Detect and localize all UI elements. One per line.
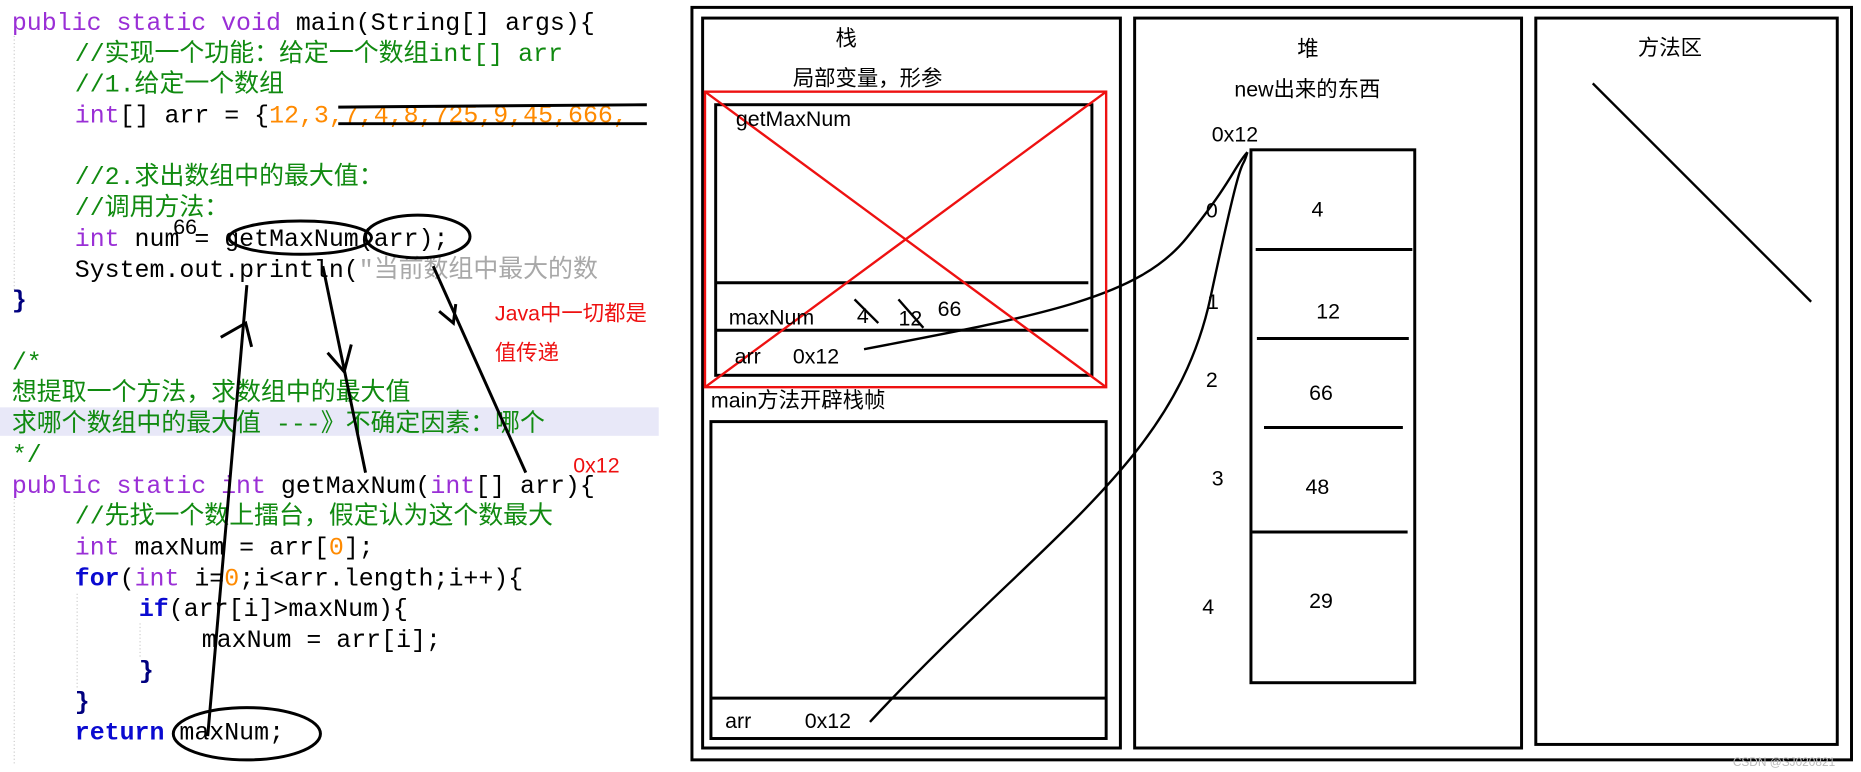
array-index: 2 bbox=[1206, 368, 1218, 392]
code-token: ( bbox=[120, 565, 135, 593]
code-token: int bbox=[75, 103, 120, 131]
method-area-title: 方法区 bbox=[1638, 36, 1702, 60]
code-token: (arr[i]>maxNum){ bbox=[169, 596, 408, 624]
outer-frame bbox=[690, 5, 1853, 762]
code-token: num = getMaxNum(arr); bbox=[120, 226, 449, 254]
main-frame-label: main方法开辟栈帧 bbox=[711, 388, 885, 412]
maxnum-label: maxNum bbox=[729, 305, 814, 329]
arr-value: 0x12 bbox=[793, 344, 839, 368]
array-value: 29 bbox=[1309, 589, 1333, 613]
code-line: */ bbox=[12, 442, 42, 470]
code-line: } bbox=[75, 689, 90, 717]
code-token: 求哪个数组中的最大值 ---》不确定因素：哪个 bbox=[12, 409, 545, 439]
code-line: //2.求出数组中的最大值： bbox=[75, 162, 384, 192]
code-line: } bbox=[12, 288, 27, 316]
param-address-label: 0x12 bbox=[573, 454, 619, 478]
code-token: "当前数组中最大的数 bbox=[359, 255, 598, 285]
code-line: System.out.println("当前数组中最大的数 bbox=[75, 255, 598, 285]
value-passing-note: Java中一切都是 bbox=[495, 302, 647, 326]
code-token: for bbox=[75, 565, 120, 593]
code-token: } bbox=[75, 689, 90, 717]
memory-diagram bbox=[690, 5, 1853, 762]
code-line: //调用方法： bbox=[75, 193, 229, 223]
heap-address: 0x12 bbox=[1212, 123, 1258, 147]
watermark: CSDN @SJ020821 bbox=[1733, 755, 1836, 769]
arr-value: 0x12 bbox=[805, 709, 851, 733]
code-token: i= bbox=[179, 565, 224, 593]
canvas: public static void main(String[] args){/… bbox=[0, 5, 1853, 769]
array-index: 3 bbox=[1212, 467, 1224, 491]
arr-label: arr bbox=[735, 344, 761, 368]
code-token: //1.给定一个数组 bbox=[75, 70, 284, 100]
code-token: ]; bbox=[344, 535, 374, 563]
code-line: 求哪个数组中的最大值 ---》不确定因素：哪个 bbox=[12, 409, 545, 439]
code-lines: public static void main(String[] args){/… bbox=[12, 10, 628, 748]
array-value: 66 bbox=[1309, 381, 1333, 405]
method-area bbox=[1534, 16, 1839, 746]
code-token: } bbox=[12, 288, 27, 316]
code-token: 0 bbox=[224, 565, 239, 593]
value-passing-note: 值传递 bbox=[495, 341, 559, 365]
array-index: 0 bbox=[1206, 198, 1218, 222]
code-token: [] arr = { bbox=[120, 103, 269, 131]
arrow-head bbox=[438, 303, 458, 326]
code-token: ;i<arr.length;i++){ bbox=[239, 565, 523, 593]
code-line: maxNum = arr[i]; bbox=[202, 627, 441, 655]
heap-subtitle: new出来的东西 bbox=[1234, 77, 1380, 101]
array-index: 1 bbox=[1207, 290, 1219, 314]
code-line: public static void main(String[] args){ bbox=[12, 10, 595, 38]
code-line: } bbox=[139, 658, 154, 686]
code-line: //1.给定一个数组 bbox=[75, 70, 284, 100]
maxnum-old-value: 4 bbox=[857, 304, 869, 328]
code-token: if bbox=[139, 596, 169, 624]
maxnum-value: 66 bbox=[938, 297, 962, 321]
arrow-head bbox=[220, 320, 254, 348]
code-token: //2.求出数组中的最大值： bbox=[75, 162, 384, 192]
code-token: //先找一个数上擂台，假定认为这个数最大 bbox=[75, 502, 553, 532]
code-token: maxNum; bbox=[164, 720, 284, 748]
code-token: } bbox=[139, 658, 154, 686]
code-token: public static int bbox=[12, 473, 281, 501]
array-value: 4 bbox=[1311, 197, 1323, 221]
array-value: 48 bbox=[1306, 475, 1330, 499]
destroyed-frame-mark bbox=[703, 90, 1108, 389]
reference-curve-main bbox=[869, 151, 1249, 723]
code-token: System.out.println( bbox=[75, 257, 359, 285]
return-value-label: 66 bbox=[173, 215, 197, 239]
array-index: 4 bbox=[1202, 595, 1214, 619]
code-token: int bbox=[75, 226, 120, 254]
code-line: /* bbox=[12, 349, 42, 377]
heap-title: 堆 bbox=[1297, 37, 1318, 61]
code-token: int bbox=[135, 565, 180, 593]
arg-arrow-line bbox=[431, 265, 528, 474]
code-token: public static void bbox=[12, 10, 296, 38]
main-stack-frame bbox=[709, 420, 1108, 740]
frame-name: getMaxNum bbox=[736, 107, 851, 131]
empty-mark bbox=[1591, 82, 1812, 303]
maxnum-old-value: 12 bbox=[898, 306, 922, 330]
code-line: //实现一个功能：给定一个数组int[] arr bbox=[75, 39, 563, 69]
arr-label: arr bbox=[725, 709, 751, 733]
code-line: for(int i=0;i<arr.length;i++){ bbox=[75, 565, 523, 593]
code-token: int bbox=[75, 535, 120, 563]
array-value: 12 bbox=[1316, 299, 1340, 323]
code-line: if(arr[i]>maxNum){ bbox=[139, 596, 408, 624]
code-token: //调用方法： bbox=[75, 193, 229, 223]
code-token: */ bbox=[12, 442, 42, 470]
stack-subtitle: 局部变量，形参 bbox=[793, 67, 943, 91]
code-token: getMaxNum( bbox=[281, 473, 430, 501]
code-line: int num = getMaxNum(arr); bbox=[75, 226, 449, 254]
code-token: int bbox=[430, 473, 475, 501]
stack-title: 栈 bbox=[836, 26, 857, 50]
code-token: 0 bbox=[329, 535, 344, 563]
code-token: main(String[] args){ bbox=[296, 10, 595, 38]
code-line: public static int getMaxNum(int[] arr){ bbox=[12, 473, 595, 501]
code-token: /* bbox=[12, 349, 42, 377]
code-token: //实现一个功能：给定一个数组int[] arr bbox=[75, 39, 563, 69]
code-token: return bbox=[75, 720, 165, 748]
code-line: //先找一个数上擂台，假定认为这个数最大 bbox=[75, 502, 553, 532]
code-token: maxNum = arr[i]; bbox=[202, 627, 441, 655]
